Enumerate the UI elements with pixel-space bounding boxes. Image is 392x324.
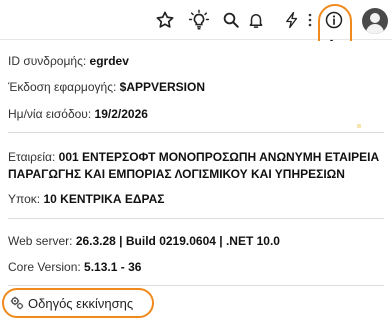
app-version-value: $APPVERSION: [119, 80, 206, 94]
search-icon[interactable]: [220, 9, 242, 31]
subscription-label: ID συνδρομής:: [8, 54, 87, 68]
decorative-mark: [357, 124, 361, 128]
startup-guide-button[interactable]: Οδηγός εκκίνησης: [2, 288, 154, 318]
startup-guide-label: Οδηγός εκκίνησης: [28, 295, 134, 311]
web-server-row: Web server: 26.3.28 | Build 0219.0604 | …: [8, 233, 280, 250]
info-dropdown-panel: ID συνδρομής: egrdev Έκδοση εφαρμογής: $…: [0, 41, 392, 324]
branch-value: 10 ΚΕΝΤΡΙΚΑ ΕΔΡΑΣ: [43, 192, 165, 206]
app-version-label: Έκδοση εφαρμογής:: [8, 80, 117, 94]
web-server-label: Web server:: [8, 234, 73, 248]
core-version-value: 5.13.1 - 36: [84, 260, 142, 274]
core-version-label: Core Version:: [8, 260, 81, 274]
bolt-icon[interactable]: [281, 9, 303, 31]
company-label: Εταιρεία:: [8, 150, 56, 164]
star-icon[interactable]: [154, 9, 176, 31]
branch-label: Υποκ:: [8, 192, 41, 206]
app-version-row: Έκδοση εφαρμογής: $APPVERSION: [8, 79, 205, 96]
top-toolbar: [0, 0, 392, 40]
company-row: Εταιρεία: 001 ΕΝΤΕΡΣΟΦΤ ΜΟΝΟΠΡΟΣΩΠΗ ΑΝΩΝ…: [8, 149, 384, 183]
divider: [8, 218, 384, 219]
company-value: 001 ΕΝΤΕΡΣΟΦΤ ΜΟΝΟΠΡΟΣΩΠΗ ΑΝΩΝΥΜΗ ΕΤΑΙΡΕ…: [8, 150, 380, 181]
login-date-label: Ημ/νία εισόδου:: [8, 107, 92, 121]
subscription-value: egrdev: [89, 54, 129, 68]
subscription-id-row: ID συνδρομής: egrdev: [8, 53, 129, 70]
login-date-row: Ημ/νία εισόδου: 19/2/2026: [8, 106, 148, 123]
login-date-value: 19/2/2026: [94, 107, 148, 121]
user-avatar[interactable]: [362, 8, 388, 34]
divider: [8, 285, 384, 286]
web-server-value: 26.3.28 | Build 0219.0604 | .NET 10.0: [75, 234, 280, 248]
branch-row: Υποκ: 10 ΚΕΝΤΡΙΚΑ ΕΔΡΑΣ: [8, 191, 164, 208]
info-icon[interactable]: [323, 9, 345, 31]
lightbulb-icon[interactable]: [188, 9, 210, 31]
bell-icon[interactable]: [245, 9, 267, 31]
gears-icon: [10, 296, 24, 310]
core-version-row: Core Version: 5.13.1 - 36: [8, 259, 141, 276]
divider: [8, 132, 384, 133]
more-vertical-icon[interactable]: [305, 9, 315, 31]
